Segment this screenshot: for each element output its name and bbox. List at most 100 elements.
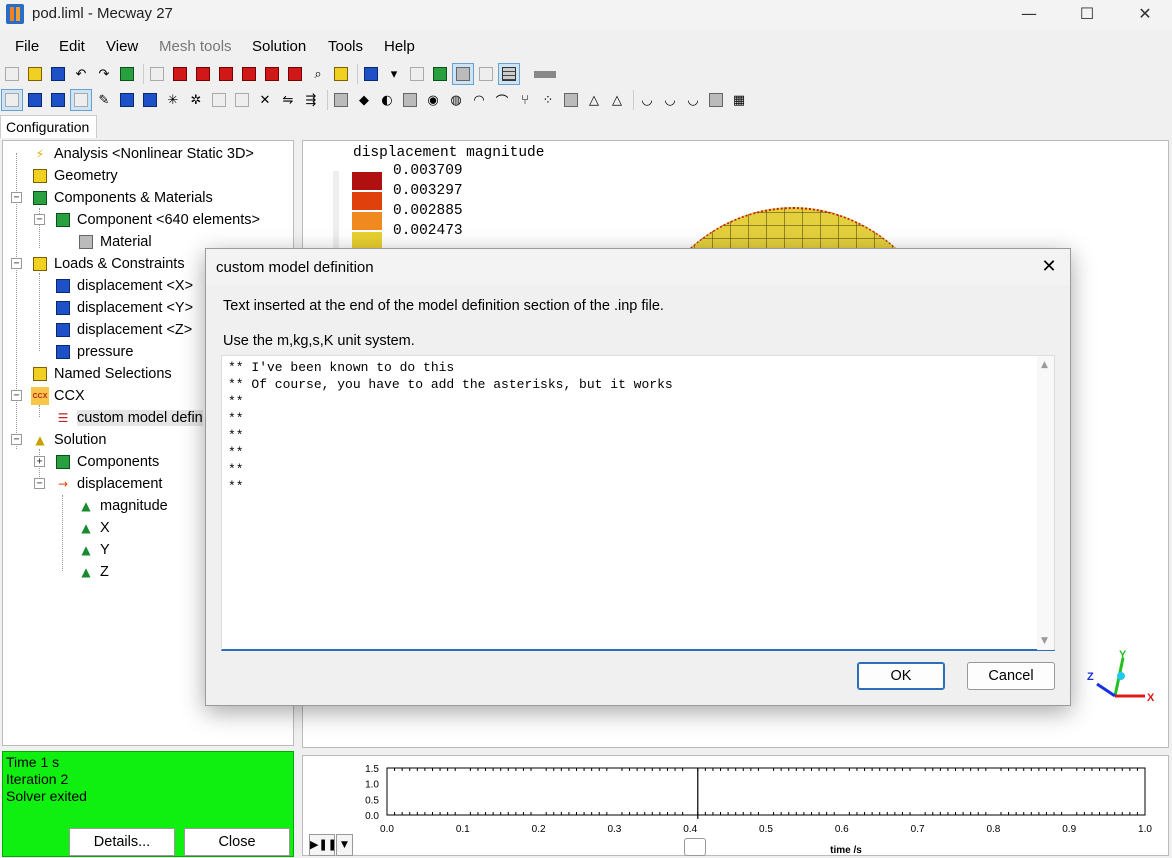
refine-icon[interactable] xyxy=(561,90,581,110)
view-front-icon[interactable] xyxy=(170,64,190,84)
ok-button[interactable]: OK xyxy=(857,662,945,690)
explode-icon[interactable]: ✳ xyxy=(163,90,183,110)
split-icon[interactable]: ✲ xyxy=(186,90,206,110)
mesh-view-icon[interactable] xyxy=(498,63,520,85)
tree-node-loads-constraints[interactable]: Loads & Constraints xyxy=(31,253,185,275)
line-width-icon[interactable] xyxy=(534,70,556,78)
tree-node-x[interactable]: ▲ X xyxy=(77,517,109,539)
collapse-toggle[interactable]: − xyxy=(11,258,22,269)
select-solid-icon[interactable] xyxy=(48,90,68,110)
tree-node-named-selections[interactable]: Named Selections xyxy=(31,363,172,385)
bowl-icon[interactable]: ◡ xyxy=(637,90,657,110)
reflect-icon[interactable]: ◐ xyxy=(377,90,397,110)
tree-node-y[interactable]: ▲ Y xyxy=(77,539,109,561)
tree-node-solution-components[interactable]: Components xyxy=(54,451,159,473)
sweep-icon[interactable]: ◍ xyxy=(446,90,466,110)
scroll-up-icon[interactable]: ▲ xyxy=(1041,360,1048,370)
cancel-button[interactable]: Cancel xyxy=(967,662,1055,690)
collapse-toggle[interactable]: − xyxy=(34,478,45,489)
menu-mesh-tools[interactable]: Mesh tools xyxy=(159,38,232,55)
merge-icon[interactable] xyxy=(331,90,351,110)
triangle-mesh-icon[interactable]: △ xyxy=(584,90,604,110)
select-mode-icon[interactable]: ▾ xyxy=(384,64,404,84)
tree-node-magnitude[interactable]: ▲ magnitude xyxy=(77,495,167,517)
editor-scrollbar[interactable]: ▲ ▼ xyxy=(1037,356,1054,650)
tree-node-geometry[interactable]: Geometry xyxy=(31,165,118,187)
shaded-view-icon[interactable] xyxy=(452,63,474,85)
tree-node-displacement-x[interactable]: displacement <X> xyxy=(54,275,193,297)
zoom-icon[interactable] xyxy=(331,64,351,84)
tree-node-pressure[interactable]: pressure xyxy=(54,341,133,363)
view-bottom-icon[interactable] xyxy=(285,64,305,84)
time-chart[interactable]: 1.5 1.0 0.5 0.0 0.0 0.1 0.2 0.3 0.4 0.5 0.6 0.7 0.8 0… xyxy=(302,755,1169,856)
view-back-icon[interactable] xyxy=(193,64,213,84)
extrude-icon[interactable] xyxy=(400,90,420,110)
menu-view[interactable]: View xyxy=(106,38,138,55)
save-icon[interactable] xyxy=(48,64,68,84)
move-icon[interactable]: ◆ xyxy=(354,90,374,110)
collapse-toggle[interactable]: − xyxy=(11,434,22,445)
edit-shape-icon[interactable] xyxy=(407,64,427,84)
menu-help[interactable]: Help xyxy=(384,38,415,55)
tree-node-solution[interactable]: ▲ Solution xyxy=(31,429,106,451)
triangle-icon[interactable]: △ xyxy=(607,90,627,110)
tree-node-components-materials[interactable]: Components & Materials xyxy=(31,187,213,209)
select-edge-icon[interactable] xyxy=(117,90,137,110)
tab-configuration[interactable]: Configuration xyxy=(0,115,97,138)
menu-solution[interactable]: Solution xyxy=(252,38,306,55)
outline-view-icon[interactable] xyxy=(476,64,496,84)
tree-node-analysis[interactable]: ⚡ Analysis <Nonlinear Static 3D> xyxy=(31,143,254,165)
tree-node-solution-displacement[interactable]: → displacement xyxy=(54,473,162,495)
align-icon[interactable]: ⇶ xyxy=(301,90,321,110)
close-window-button[interactable]: ✕ xyxy=(1116,0,1172,30)
open-folder-icon[interactable] xyxy=(25,64,45,84)
tree-node-ccx[interactable]: CCX CCX xyxy=(31,385,85,407)
menu-file[interactable]: File xyxy=(15,38,39,55)
hide-icon[interactable] xyxy=(209,90,229,110)
maximize-button[interactable]: ☐ xyxy=(1058,0,1116,30)
play-options-dropdown[interactable]: ▼ xyxy=(336,834,353,856)
zoom-fit-icon[interactable]: ⌕ xyxy=(308,64,328,84)
minimize-button[interactable]: — xyxy=(1000,0,1058,30)
collapse-toggle[interactable]: − xyxy=(34,214,45,225)
collapse-toggle[interactable]: − xyxy=(11,390,22,401)
wireframe-view-icon[interactable] xyxy=(147,64,167,84)
view-left-icon[interactable] xyxy=(216,64,236,84)
scatter-icon[interactable]: ⁘ xyxy=(538,90,558,110)
revolve-icon[interactable]: ◉ xyxy=(423,90,443,110)
tree-node-material[interactable]: Material xyxy=(77,231,152,253)
details-button[interactable]: Details... xyxy=(69,828,175,856)
select-box-icon[interactable] xyxy=(140,90,160,110)
cube-icon[interactable] xyxy=(232,90,252,110)
view-right-icon[interactable] xyxy=(239,64,259,84)
menu-tools[interactable]: Tools xyxy=(328,38,363,55)
surface-icon[interactable] xyxy=(430,64,450,84)
editor-content[interactable]: ** I've been known to do this ** Of cour… xyxy=(228,359,1028,495)
tree-node-component[interactable]: Component <640 elements> xyxy=(54,209,260,231)
expand-toggle[interactable]: + xyxy=(34,456,45,467)
bend-icon[interactable]: ⌒ xyxy=(492,90,512,110)
scroll-down-icon[interactable]: ▼ xyxy=(1041,636,1048,646)
time-slider-thumb[interactable] xyxy=(684,838,706,856)
collapse-toggle[interactable]: − xyxy=(11,192,22,203)
status-close-button[interactable]: Close xyxy=(184,828,290,856)
dialog-close-icon[interactable]: ✕ xyxy=(1034,253,1064,281)
layers-icon[interactable] xyxy=(117,64,137,84)
mirror-icon[interactable]: ⇋ xyxy=(278,90,298,110)
undo-icon[interactable]: ↶ xyxy=(71,64,91,84)
select-face-icon[interactable] xyxy=(25,90,45,110)
tree-node-z[interactable]: ▲ Z xyxy=(77,561,108,583)
tree-node-displacement-z[interactable]: displacement <Z> xyxy=(54,319,192,341)
tree-node-displacement-y[interactable]: displacement <Y> xyxy=(54,297,193,319)
branch-icon[interactable]: ⑂ xyxy=(515,90,535,110)
film-icon[interactable] xyxy=(706,90,726,110)
select-node-icon[interactable] xyxy=(70,89,92,111)
shell-bowl-icon[interactable]: ◡ xyxy=(660,90,680,110)
fluid-icon[interactable]: ◡ xyxy=(683,90,703,110)
solve-icon[interactable] xyxy=(361,64,381,84)
play-pause-button[interactable]: ▶❚❚ xyxy=(309,834,337,856)
paint-select-icon[interactable]: ✎ xyxy=(94,90,114,110)
menu-edit[interactable]: Edit xyxy=(59,38,85,55)
new-file-icon[interactable] xyxy=(2,64,22,84)
delete-icon[interactable]: ✕ xyxy=(255,90,275,110)
